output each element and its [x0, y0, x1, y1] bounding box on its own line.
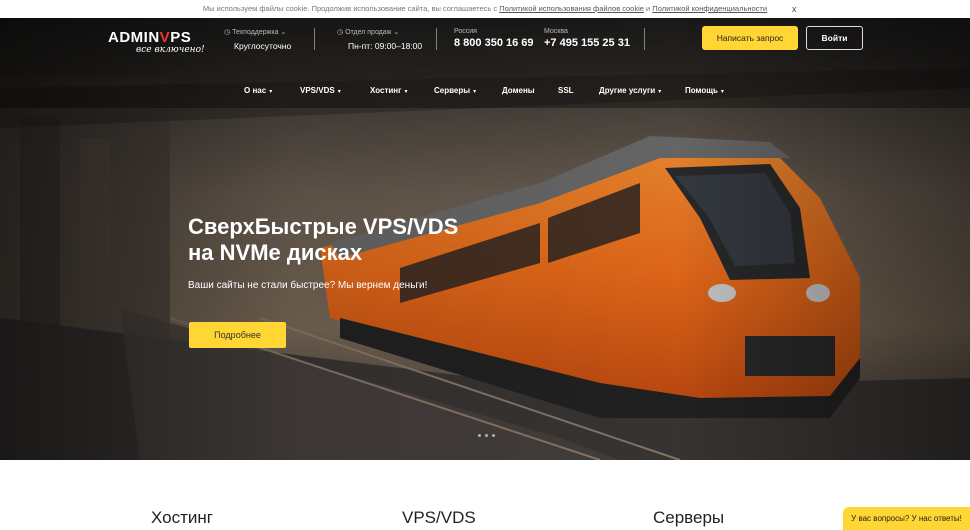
logo-v: V	[159, 29, 171, 46]
logo-wordmark: ADMINVPS	[108, 29, 205, 46]
nav-hosting[interactable]: Хостинг ▾	[370, 86, 407, 95]
hero-train-image	[0, 18, 970, 460]
nav-other[interactable]: Другие услуги ▾	[599, 86, 661, 95]
slider-dot[interactable]	[485, 434, 488, 437]
chevron-down-icon: ⌄	[391, 29, 400, 36]
hero-title-line1: СверхБыстрые VPS/VDS	[188, 214, 459, 239]
chevron-down-icon: ▾	[269, 89, 273, 95]
hero-title-line2: на NVMe дисках	[188, 240, 363, 265]
slider-dot[interactable]	[492, 434, 495, 437]
support-label-row: ◷ Техподдержка ⌄	[224, 28, 291, 36]
chevron-down-icon: ▾	[473, 89, 477, 95]
cookie-text: Мы используем файлы cookie. Продолжив ис…	[202, 4, 500, 13]
logo-suffix: PS	[170, 29, 192, 46]
russia-phone[interactable]: 8 800 350 16 69	[454, 37, 534, 49]
request-button[interactable]: Написать запрос	[702, 26, 798, 50]
nav-about-label: О нас	[244, 86, 267, 95]
nav-help-label: Помощь	[685, 86, 718, 95]
more-button[interactable]: Подробнее	[189, 322, 286, 348]
slider-dots	[478, 434, 495, 437]
russia-label: Россия	[454, 28, 477, 35]
clock-icon: ◷	[337, 29, 346, 36]
divider	[314, 28, 315, 50]
logo[interactable]: ADMINVPS все включено!	[108, 29, 205, 55]
sales-label: Отдел продаж	[345, 29, 392, 36]
cookie-policy-link[interactable]: Политикой использования файлов cookie	[499, 4, 644, 13]
nav-vps-label: VPS/VDS	[300, 86, 335, 95]
nav-domains-label: Домены	[502, 86, 535, 95]
moscow-label: Москва	[544, 28, 568, 35]
russia-phone-block: Россия 8 800 350 16 69	[454, 28, 534, 49]
nav-other-label: Другие услуги	[599, 86, 656, 95]
support-value: Круглосуточно	[234, 41, 292, 51]
logo-tagline: все включено!	[136, 45, 205, 55]
sales-label-row: ◷ Отдел продаж ⌄	[337, 28, 422, 36]
nav-ssl[interactable]: SSL	[558, 86, 574, 95]
nav-servers-label: Серверы	[434, 86, 471, 95]
section-title-hosting: Хостинг	[151, 508, 213, 527]
login-button[interactable]: Войти	[806, 26, 863, 50]
divider	[436, 28, 437, 50]
privacy-policy-link[interactable]: Политикой конфиденциальности	[652, 4, 767, 13]
cookie-close-button[interactable]: x	[792, 0, 797, 18]
support-label: Техподдержка	[232, 29, 279, 36]
nav-ssl-label: SSL	[558, 86, 574, 95]
chevron-down-icon: ▾	[337, 89, 341, 95]
sales-value: Пн-пт: 09:00–18:00	[348, 41, 423, 51]
nav-hosting-label: Хостинг	[370, 86, 402, 95]
nav-servers[interactable]: Серверы ▾	[434, 86, 476, 95]
hero-banner: ADMINVPS все включено! ◷ Техподдержка ⌄ …	[0, 18, 970, 460]
nav-vps[interactable]: VPS/VDS ▾	[300, 86, 341, 95]
divider	[644, 28, 645, 50]
nav-help[interactable]: Помощь ▾	[685, 86, 724, 95]
support-info[interactable]: ◷ Техподдержка ⌄ Круглосуточно	[224, 28, 291, 51]
chat-widget-button[interactable]: У вас вопросы? У нас ответы!	[843, 507, 970, 530]
section-title-vps: VPS/VDS	[402, 508, 476, 527]
chevron-down-icon: ⌄	[278, 29, 287, 36]
nav-about[interactable]: О нас ▾	[244, 86, 272, 95]
chevron-down-icon: ▾	[658, 89, 662, 95]
moscow-phone[interactable]: +7 495 155 25 31	[544, 37, 630, 49]
hero-subtitle: Ваши сайты не стали быстрее? Мы вернем д…	[188, 280, 428, 291]
clock-icon: ◷	[224, 29, 233, 36]
moscow-phone-block: Москва +7 495 155 25 31	[544, 28, 630, 49]
main-nav: О нас ▾ VPS/VDS ▾ Хостинг ▾ Серверы ▾ Домены…	[0, 86, 970, 100]
nav-domains[interactable]: Домены	[502, 86, 535, 95]
chevron-down-icon: ▾	[720, 89, 724, 95]
section-title-servers: Серверы	[653, 508, 725, 527]
cookie-bar: Мы используем файлы cookie. Продолжив ис…	[0, 0, 970, 18]
chevron-down-icon: ▾	[404, 89, 408, 95]
sales-info[interactable]: ◷ Отдел продаж ⌄ Пн-пт: 09:00–18:00	[337, 28, 422, 51]
slider-dot[interactable]	[478, 434, 481, 437]
logo-prefix: ADMIN	[108, 29, 160, 46]
hero-title: СверхБыстрые VPS/VDS на NVMe дисках	[188, 214, 458, 266]
